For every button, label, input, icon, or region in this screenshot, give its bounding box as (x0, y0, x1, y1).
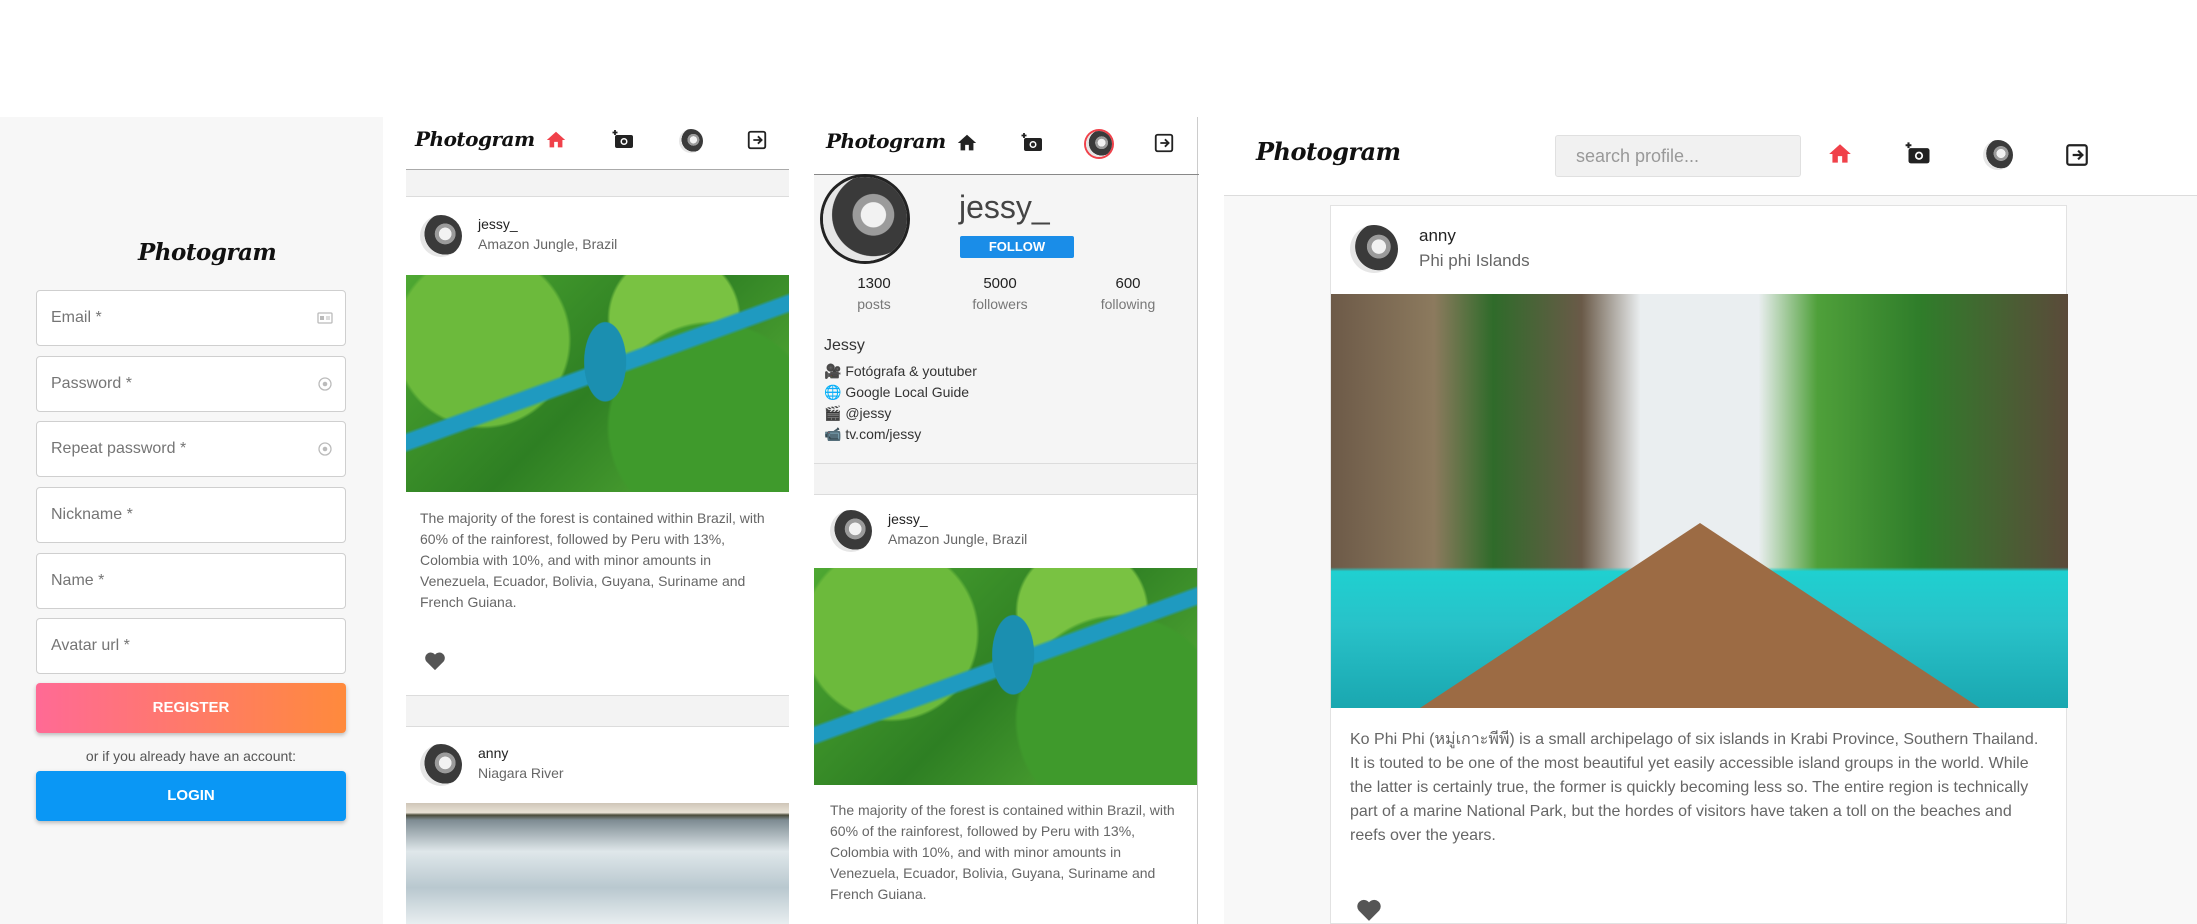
profile-display-name: Jessy (824, 337, 865, 354)
post-caption: Ko Phi Phi (หมู่เกาะพีพี) is a small arc… (1350, 731, 2039, 844)
bio-text[interactable]: @jessy (845, 405, 891, 421)
post-image[interactable] (406, 275, 789, 492)
logout-icon[interactable] (1153, 132, 1175, 154)
avatar[interactable] (1350, 225, 1398, 273)
avatar-url-placeholder: Avatar url * (51, 637, 130, 654)
video-icon: 📹 (824, 426, 842, 442)
password-field[interactable]: Password * (36, 356, 346, 412)
app-logo: Photogram (415, 127, 535, 151)
post-username[interactable]: jessy_ (888, 511, 928, 527)
clapper-icon: 🎬 (824, 405, 842, 421)
post-caption: The majority of the forest is contained … (420, 510, 765, 610)
post-image[interactable] (814, 568, 1197, 785)
email-field[interactable]: Email * (36, 290, 346, 346)
register-panel: Photogram Email * Password * Repeat pass… (0, 117, 383, 924)
name-field[interactable]: Name * (36, 553, 346, 609)
heart-icon[interactable] (424, 651, 446, 671)
home-icon[interactable] (956, 132, 978, 154)
bio-line: 🌐 Google Local Guide (824, 382, 977, 403)
profile-panel: Photogram jessy_ FOLLOW 1300 posts 5000 … (814, 117, 1199, 924)
home-icon[interactable] (1827, 141, 1853, 167)
follow-button[interactable]: FOLLOW (960, 236, 1074, 258)
followers-count[interactable]: 5000 (964, 275, 1036, 292)
post-location: Amazon Jungle, Brazil (888, 531, 1028, 547)
avatar[interactable] (830, 510, 872, 552)
avatar[interactable] (420, 744, 462, 786)
post-caption: The majority of the forest is contained … (830, 802, 1175, 902)
add-photo-icon[interactable] (1021, 131, 1045, 155)
followers-label[interactable]: followers (964, 296, 1036, 312)
login-button[interactable]: LOGIN (36, 771, 346, 821)
logout-icon[interactable] (2064, 142, 2090, 168)
repeat-password-field[interactable]: Repeat password * (36, 421, 346, 477)
feed-panel: Photogram jessy_ Amazon Jungle, Brazil T… (406, 117, 789, 924)
profile-bio: 🎥 Fotógrafa & youtuber 🌐 Google Local Gu… (824, 361, 977, 445)
id-card-icon (317, 312, 333, 324)
following-label[interactable]: following (1092, 296, 1164, 312)
post-image[interactable] (1331, 294, 2068, 708)
bio-line: 📹 tv.com/jessy (824, 424, 977, 445)
video-camera-icon: 🎥 (824, 363, 842, 379)
repeat-password-placeholder: Repeat password * (51, 440, 187, 457)
add-photo-icon[interactable] (612, 128, 636, 152)
add-photo-icon[interactable] (1905, 140, 1933, 168)
bio-text: Google Local Guide (845, 384, 970, 400)
divider (406, 696, 789, 726)
post-username[interactable]: anny (478, 745, 508, 761)
boat-shape (1419, 523, 1980, 708)
post-location: Niagara River (478, 765, 564, 781)
bio-line: 🎥 Fotógrafa & youtuber (824, 361, 977, 382)
divider (406, 170, 789, 196)
eye-icon[interactable] (317, 441, 333, 457)
bio-text: Fotógrafa & youtuber (845, 363, 977, 379)
app-logo: Photogram (826, 129, 946, 153)
avatar-url-field[interactable]: Avatar url * (36, 618, 346, 674)
post-username[interactable]: jessy_ (478, 216, 518, 232)
desktop-feed-panel: Photogram search profile... anny Phi phi… (1224, 117, 2197, 924)
search-input[interactable]: search profile... (1555, 135, 1801, 177)
globe-icon: 🌐 (824, 384, 842, 400)
app-logo: Photogram (1256, 137, 1401, 166)
nickname-placeholder: Nickname * (51, 506, 133, 523)
profile-avatar (823, 177, 907, 261)
following-count[interactable]: 600 (1092, 275, 1164, 292)
avatar[interactable] (1983, 140, 2013, 170)
post-card: anny Phi phi Islands Ko Phi Phi (หมู่เกา… (1330, 205, 2068, 924)
logout-icon[interactable] (746, 129, 768, 151)
post-username[interactable]: anny (1419, 226, 1456, 246)
email-placeholder: Email * (51, 309, 102, 326)
avatar[interactable] (1086, 131, 1112, 157)
password-placeholder: Password * (51, 375, 132, 392)
heart-icon[interactable] (1356, 898, 1382, 922)
home-icon[interactable] (545, 129, 567, 151)
register-button[interactable]: REGISTER (36, 683, 346, 733)
divider (814, 464, 1197, 494)
posts-count: 1300 (857, 275, 891, 292)
login-hint: or if you already have an account: (85, 748, 297, 764)
app-logo: Photogram (138, 239, 277, 266)
name-placeholder: Name * (51, 572, 105, 589)
post-image[interactable] (406, 803, 789, 924)
avatar[interactable] (679, 129, 703, 153)
profile-username: jessy_ (959, 189, 1050, 225)
eye-icon[interactable] (317, 376, 333, 392)
bio-line: 🎬 @jessy (824, 403, 977, 424)
posts-label: posts (857, 296, 891, 312)
bio-text[interactable]: tv.com/jessy (845, 426, 921, 442)
post-location: Amazon Jungle, Brazil (478, 236, 618, 252)
avatar[interactable] (420, 215, 462, 257)
post-location: Phi phi Islands (1419, 251, 1530, 270)
nickname-field[interactable]: Nickname * (36, 487, 346, 543)
